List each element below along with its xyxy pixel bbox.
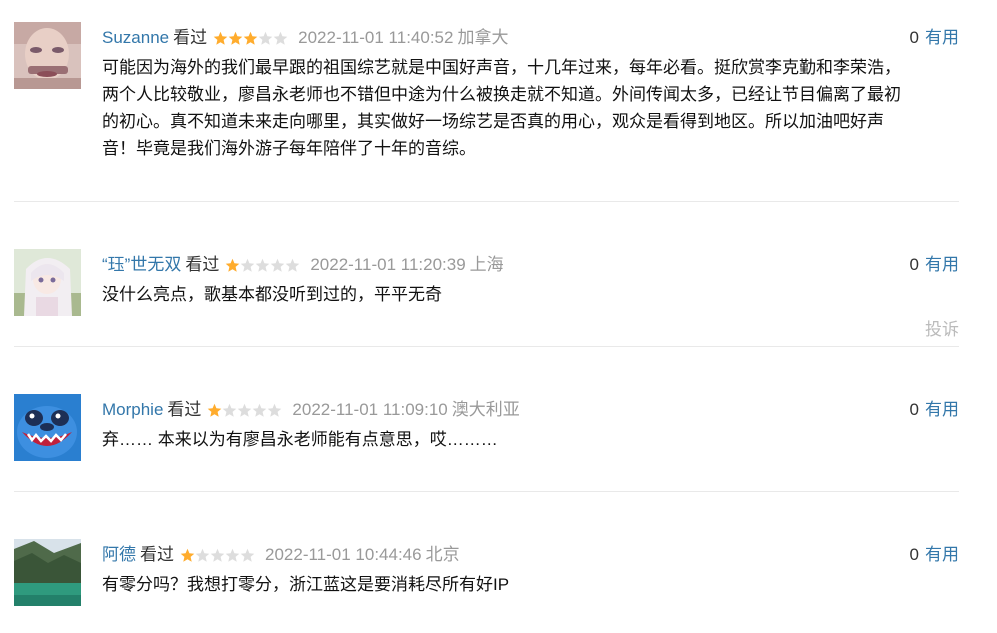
- comment-line: 音！毕竟是我们海外游子每年陪伴了十年的音综。: [102, 139, 476, 158]
- username-link[interactable]: 阿德: [102, 545, 136, 564]
- comment-time: 2022-11-01 10:44:46: [265, 545, 422, 564]
- star-filled-icon: [228, 31, 243, 46]
- comment-content: 弃…… 本来以为有廖昌永老师能有点意思，哎………: [102, 426, 962, 453]
- star-empty-icon: [252, 403, 267, 418]
- useful-button[interactable]: 有用: [925, 255, 959, 274]
- comment-location: 加拿大: [457, 28, 509, 47]
- watch-status: 看过: [185, 255, 220, 274]
- comment-location: 上海: [469, 255, 504, 274]
- avatar[interactable]: [14, 394, 81, 461]
- star-filled-icon: [180, 548, 195, 563]
- star-empty-icon: [273, 31, 288, 46]
- divider: [14, 346, 959, 347]
- comment-location: 北京: [425, 545, 460, 564]
- star-empty-icon: [270, 258, 285, 273]
- watch-status: 看过: [167, 400, 202, 419]
- comment-line: 两个人比较敬业，廖昌永老师也不错但中途为什么被换走就不知道。外间传闻太多，已经让…: [102, 85, 901, 104]
- divider: [14, 201, 959, 202]
- star-filled-icon: [213, 31, 228, 46]
- username-link[interactable]: Morphie: [102, 400, 163, 419]
- star-empty-icon: [285, 258, 300, 273]
- comment-line: 弃…… 本来以为有廖昌永老师能有点意思，哎………: [102, 430, 498, 449]
- avatar-anime-girl-image: [14, 249, 81, 316]
- star-empty-icon: [210, 548, 225, 563]
- divider: [14, 491, 959, 492]
- comment-line: 没什么亮点，歌基本都没听到过的，平平无奇: [102, 285, 442, 304]
- star-empty-icon: [225, 548, 240, 563]
- comment-location: 澳大利亚: [451, 400, 520, 419]
- comment-content: 有零分吗？我想打零分，浙江蓝这是要消耗尽所有好IP: [102, 571, 962, 598]
- useful-vote: 0 有用: [910, 543, 959, 567]
- useful-count: 0: [909, 28, 919, 47]
- useful-button[interactable]: 有用: [925, 400, 959, 419]
- star-filled-icon: [225, 258, 240, 273]
- avatar-landscape-image: [14, 539, 81, 606]
- star-empty-icon: [267, 403, 282, 418]
- comment-content: 可能因为海外的我们最早跟的祖国综艺就是中国好声音，十几年过来，每年必看。挺欣赏李…: [102, 54, 962, 162]
- star-empty-icon: [222, 403, 237, 418]
- avatar-stitch-image: [14, 394, 81, 461]
- useful-button[interactable]: 有用: [925, 28, 959, 47]
- star-empty-icon: [255, 258, 270, 273]
- avatar[interactable]: [14, 249, 81, 316]
- useful-button[interactable]: 有用: [925, 545, 959, 564]
- star-empty-icon: [195, 548, 210, 563]
- comment-line: 的初心。真不知道未来走向哪里，其实做好一场综艺是否真的用心，观众是看得到地区。所…: [102, 112, 884, 131]
- useful-vote: 0 有用: [910, 398, 959, 422]
- useful-count: 0: [909, 255, 919, 274]
- comment-line: 有零分吗？我想打零分，浙江蓝这是要消耗尽所有好IP: [102, 575, 510, 594]
- comment-time: 2022-11-01 11:20:39: [310, 255, 466, 274]
- review-meta: Suzanne 看过 2022-11-01 11:40:52 加拿大: [102, 26, 508, 50]
- star-filled-icon: [243, 31, 258, 46]
- star-empty-icon: [240, 548, 255, 563]
- star-empty-icon: [240, 258, 255, 273]
- comment-time: 2022-11-01 11:40:52: [298, 28, 454, 47]
- useful-vote: 0 有用: [910, 26, 959, 50]
- star-filled-icon: [207, 403, 222, 418]
- watch-status: 看过: [140, 545, 174, 564]
- useful-count: 0: [909, 545, 919, 564]
- star-empty-icon: [237, 403, 252, 418]
- avatar-suzanne-image: [14, 22, 81, 89]
- report-link[interactable]: 投诉: [925, 315, 959, 340]
- star-empty-icon: [258, 31, 273, 46]
- comment-line: 可能因为海外的我们最早跟的祖国综艺就是中国好声音，十几年过来，每年必看。挺欣赏李…: [102, 58, 901, 77]
- avatar[interactable]: [14, 22, 81, 89]
- review-meta: Morphie 看过 2022-11-01 11:09:10 澳大利亚: [102, 398, 520, 422]
- review-meta: 阿德 看过 2022-11-01 10:44:46 北京: [102, 543, 460, 567]
- comment-content: 没什么亮点，歌基本都没听到过的，平平无奇: [102, 281, 962, 308]
- username-link[interactable]: Suzanne: [102, 28, 169, 47]
- useful-vote: 0 有用: [910, 253, 959, 277]
- avatar[interactable]: [14, 539, 81, 606]
- useful-count: 0: [909, 400, 919, 419]
- review-meta: “珏”世无双 看过 2022-11-01 11:20:39 上海: [102, 253, 504, 277]
- comment-time: 2022-11-01 11:09:10: [292, 400, 448, 419]
- username-link[interactable]: “珏”世无双: [102, 255, 181, 274]
- watch-status: 看过: [173, 28, 208, 47]
